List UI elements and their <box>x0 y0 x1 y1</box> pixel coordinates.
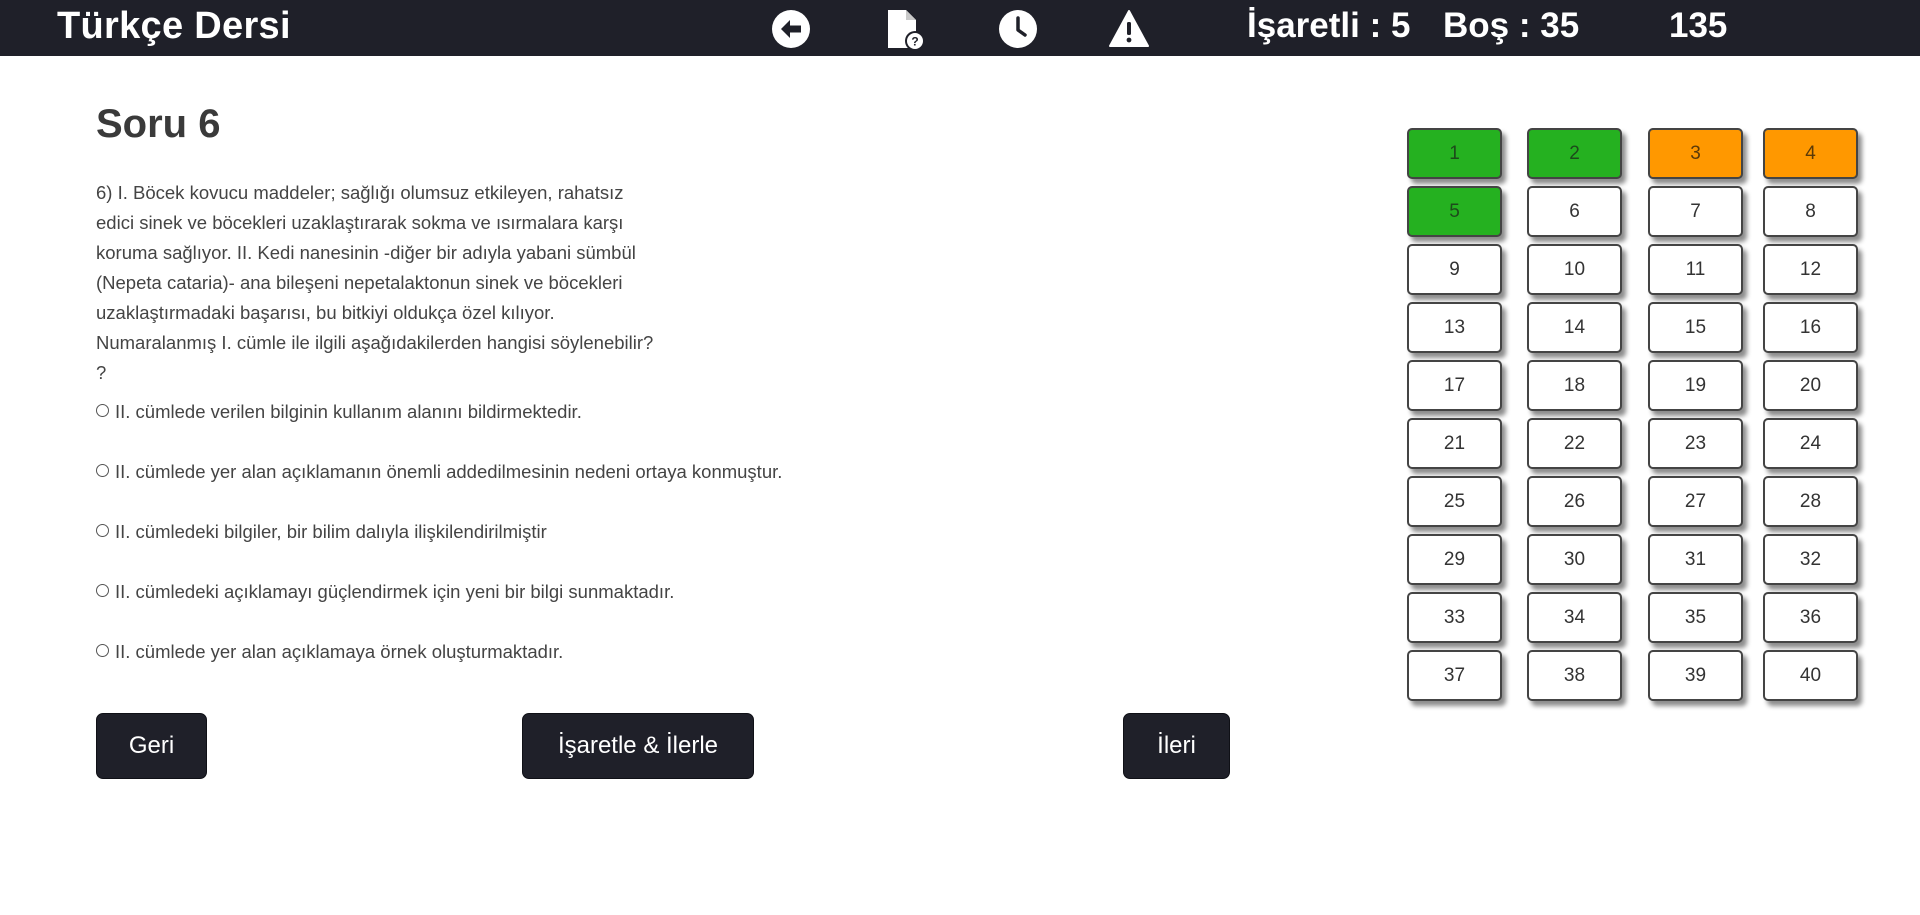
question-nav-button-3[interactable]: 3 <box>1648 128 1743 179</box>
question-nav-button-7[interactable]: 7 <box>1648 186 1743 237</box>
question-nav-button-34[interactable]: 34 <box>1527 592 1622 643</box>
option-e[interactable]: II. cümlede yer alan açıklamaya örnek ol… <box>96 639 563 665</box>
question-nav-button-9[interactable]: 9 <box>1407 244 1502 295</box>
question-nav-button-25[interactable]: 25 <box>1407 476 1502 527</box>
question-nav-button-28[interactable]: 28 <box>1763 476 1858 527</box>
question-nav-button-1[interactable]: 1 <box>1407 128 1502 179</box>
question-nav-button-37[interactable]: 37 <box>1407 650 1502 701</box>
option-d[interactable]: II. cümledeki açıklamayı güçlendirmek iç… <box>96 579 674 605</box>
question-nav-button-15[interactable]: 15 <box>1648 302 1743 353</box>
question-nav-button-30[interactable]: 30 <box>1527 534 1622 585</box>
radio-button[interactable] <box>96 463 109 477</box>
radio-button[interactable] <box>96 583 109 597</box>
option-c[interactable]: II. cümledeki bilgiler, bir bilim dalıyl… <box>96 519 547 545</box>
svg-text:?: ? <box>911 35 918 49</box>
empty-count: Boş : 35 <box>1443 6 1580 45</box>
option-label: II. cümlede verilen bilginin kullanım al… <box>115 401 582 422</box>
question-nav-button-22[interactable]: 22 <box>1527 418 1622 469</box>
option-a[interactable]: II. cümlede verilen bilginin kullanım al… <box>96 399 582 425</box>
file-question-icon[interactable]: ? <box>882 8 924 50</box>
question-nav-button-38[interactable]: 38 <box>1527 650 1622 701</box>
question-nav-button-35[interactable]: 35 <box>1648 592 1743 643</box>
question-text: 6) I. Böcek kovucu maddeler; sağlığı olu… <box>96 182 654 383</box>
marked-count: İşaretli : 5 <box>1247 6 1411 45</box>
question-nav-button-40[interactable]: 40 <box>1763 650 1858 701</box>
question-nav-button-2[interactable]: 2 <box>1527 128 1622 179</box>
question-nav-button-31[interactable]: 31 <box>1648 534 1743 585</box>
option-label: II. cümlede yer alan açıklamanın önemli … <box>115 461 783 482</box>
question-nav-button-24[interactable]: 24 <box>1763 418 1858 469</box>
question-nav-button-23[interactable]: 23 <box>1648 418 1743 469</box>
radio-button[interactable] <box>96 523 109 537</box>
question-nav-button-36[interactable]: 36 <box>1763 592 1858 643</box>
question-nav-button-29[interactable]: 29 <box>1407 534 1502 585</box>
question-nav-button-19[interactable]: 19 <box>1648 360 1743 411</box>
question-nav-button-17[interactable]: 17 <box>1407 360 1502 411</box>
question-nav-button-16[interactable]: 16 <box>1763 302 1858 353</box>
question-nav-button-18[interactable]: 18 <box>1527 360 1622 411</box>
mark-and-next-button[interactable]: İşaretle & İlerle <box>522 713 754 779</box>
timer: 135 <box>1669 6 1728 45</box>
back-button[interactable]: Geri <box>96 713 207 779</box>
warning-icon[interactable] <box>1108 8 1150 50</box>
option-label: II. cümlede yer alan açıklamaya örnek ol… <box>115 641 564 662</box>
radio-button[interactable] <box>96 403 109 417</box>
clock-icon[interactable] <box>997 8 1039 50</box>
next-button[interactable]: İleri <box>1123 713 1230 779</box>
app-title: Türkçe Dersi <box>57 5 291 47</box>
question-nav-button-4[interactable]: 4 <box>1763 128 1858 179</box>
question-nav-button-20[interactable]: 20 <box>1763 360 1858 411</box>
question-nav-button-39[interactable]: 39 <box>1648 650 1743 701</box>
back-arrow-icon[interactable] <box>770 8 812 50</box>
question-nav-button-6[interactable]: 6 <box>1527 186 1622 237</box>
radio-button[interactable] <box>96 643 109 657</box>
question-nav-button-8[interactable]: 8 <box>1763 186 1858 237</box>
question-nav-button-33[interactable]: 33 <box>1407 592 1502 643</box>
question-nav-button-14[interactable]: 14 <box>1527 302 1622 353</box>
option-label: II. cümledeki açıklamayı güçlendirmek iç… <box>115 581 675 602</box>
question-nav-button-27[interactable]: 27 <box>1648 476 1743 527</box>
question-title: Soru 6 <box>96 102 221 146</box>
top-bar: Türkçe Dersi ? İşaretli : 5 Boş : 35 135 <box>0 0 1920 56</box>
question-nav-button-13[interactable]: 13 <box>1407 302 1502 353</box>
question-nav-button-5[interactable]: 5 <box>1407 186 1502 237</box>
question-nav-button-21[interactable]: 21 <box>1407 418 1502 469</box>
question-nav-button-11[interactable]: 11 <box>1648 244 1743 295</box>
option-b[interactable]: II. cümlede yer alan açıklamanın önemli … <box>96 459 782 485</box>
question-nav-button-32[interactable]: 32 <box>1763 534 1858 585</box>
question-nav-button-12[interactable]: 12 <box>1763 244 1858 295</box>
option-label: II. cümledeki bilgiler, bir bilim dalıyl… <box>115 521 547 542</box>
question-nav-button-10[interactable]: 10 <box>1527 244 1622 295</box>
question-nav-button-26[interactable]: 26 <box>1527 476 1622 527</box>
